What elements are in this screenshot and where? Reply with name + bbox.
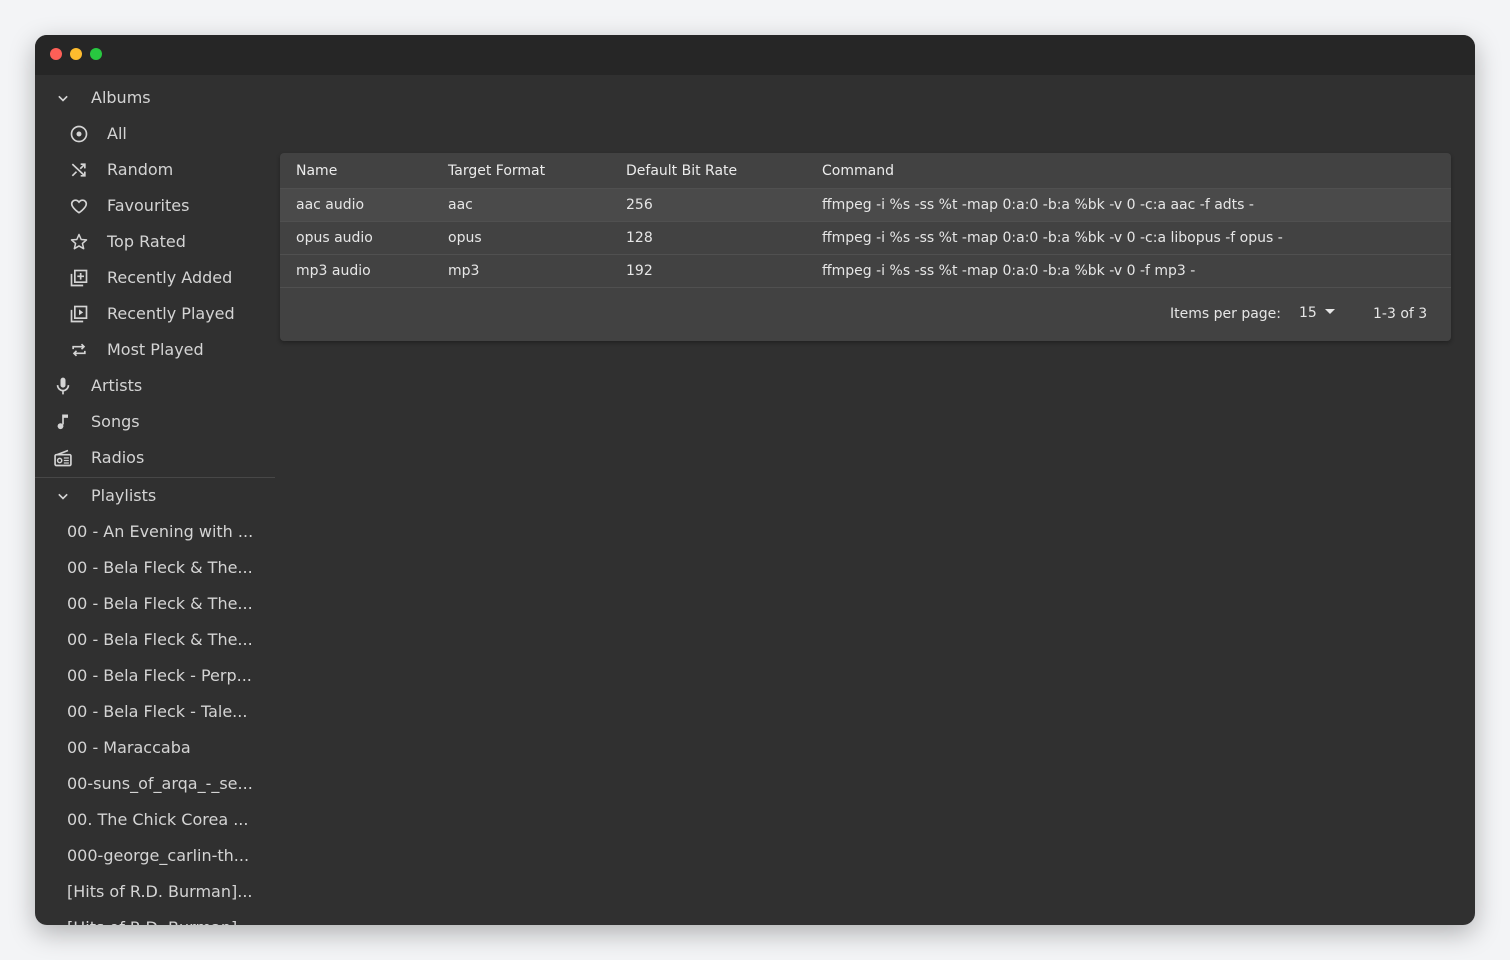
sidebar-item-label: Favourites [107, 196, 190, 215]
playlist-label: [Hits of R.D. Burman]... [67, 910, 253, 925]
title-bar [35, 35, 1475, 75]
pagination-range: 1-3 of 3 [1373, 306, 1428, 322]
sidebar-item-artists[interactable]: Artists [35, 368, 275, 404]
sidebar-item-label: Most Played [107, 340, 204, 359]
playlist-item[interactable]: 00 - Bela Fleck - Perp... [35, 658, 275, 694]
cell-bitrate: 128 [610, 221, 806, 255]
sidebar-item-random[interactable]: Random [35, 152, 275, 188]
sidebar-item-label: Random [107, 160, 174, 179]
playlist-item[interactable]: 000-george_carlin-th... [35, 838, 275, 874]
playlist-label: 00 - Maraccaba [67, 738, 191, 757]
shuffle-icon [69, 160, 89, 180]
chevron-down-icon [53, 486, 73, 506]
sidebar-item-recently-played[interactable]: Recently Played [35, 296, 275, 332]
sidebar-item-label: Recently Played [107, 304, 235, 323]
table-row[interactable]: opus audio opus 128 ffmpeg -i %s -ss %t … [280, 221, 1451, 255]
sidebar-item-recently-added[interactable]: Recently Added [35, 260, 275, 296]
sidebar-item-label: Artists [91, 376, 143, 395]
cell-command: ffmpeg -i %s -ss %t -map 0:a:0 -b:a %bk … [806, 221, 1451, 255]
sidebar-item-radios[interactable]: Radios [35, 440, 275, 476]
library-play-icon [69, 304, 89, 324]
microphone-icon [53, 376, 73, 396]
sidebar-playlists-header[interactable]: Playlists [35, 478, 275, 514]
sidebar-item-label: Radios [91, 448, 145, 467]
sidebar-item-label: Songs [91, 412, 140, 431]
album-icon [69, 124, 89, 144]
playlist-item[interactable]: 00. The Chick Corea ... [35, 802, 275, 838]
sidebar-playlists-label: Playlists [91, 486, 157, 505]
transcoding-table: Name Target Format Default Bit Rate Comm… [280, 153, 1451, 288]
playlist-label: 00 - Bela Fleck & The... [67, 558, 253, 577]
sidebar-albums-label: Albums [91, 88, 151, 107]
cell-format: aac [432, 188, 610, 222]
star-icon [69, 232, 89, 252]
close-window-button[interactable] [50, 48, 62, 60]
music-note-icon [53, 412, 73, 432]
repeat-icon [69, 340, 89, 360]
playlist-item[interactable]: [Hits of R.D. Burman]... [35, 910, 275, 925]
playlist-label: 00. The Chick Corea ... [67, 810, 249, 829]
minimize-window-button[interactable] [70, 48, 82, 60]
playlist-label: [Hits of R.D. Burman]... [67, 882, 253, 901]
items-per-page-value: 15 [1299, 305, 1317, 321]
transcoding-table-card: Name Target Format Default Bit Rate Comm… [280, 153, 1451, 341]
table-row[interactable]: aac audio aac 256 ffmpeg -i %s -ss %t -m… [280, 188, 1451, 222]
sidebar-item-top-rated[interactable]: Top Rated [35, 224, 275, 260]
column-header-name[interactable]: Name [280, 153, 432, 189]
items-per-page-label: Items per page: [1170, 306, 1282, 322]
column-header-target-format[interactable]: Target Format [432, 153, 610, 189]
table-row[interactable]: mp3 audio mp3 192 ffmpeg -i %s -ss %t -m… [280, 254, 1451, 288]
sidebar-item-label: Recently Added [107, 268, 233, 287]
sidebar-item-label: All [107, 124, 127, 143]
cell-bitrate: 192 [610, 254, 806, 288]
chevron-down-icon [53, 88, 73, 108]
playlist-label: 00 - An Evening with ... [67, 522, 254, 541]
playlist-item[interactable]: 00 - Bela Fleck & The... [35, 622, 275, 658]
playlist-label: 00 - Bela Fleck & The... [67, 594, 253, 613]
column-header-command[interactable]: Command [806, 153, 1451, 189]
library-add-icon [69, 268, 89, 288]
sidebar: Albums All Random Favourites Top Rated R… [35, 80, 275, 925]
app-window: Albums All Random Favourites Top Rated R… [35, 35, 1475, 925]
cell-name: aac audio [280, 188, 432, 222]
cell-command: ffmpeg -i %s -ss %t -map 0:a:0 -b:a %bk … [806, 254, 1451, 288]
playlist-label: 00 - Bela Fleck - Tale... [67, 702, 248, 721]
cell-bitrate: 256 [610, 188, 806, 222]
playlist-item[interactable]: 00 - Bela Fleck & The... [35, 550, 275, 586]
sidebar-item-songs[interactable]: Songs [35, 404, 275, 440]
radio-icon [53, 448, 73, 468]
items-per-page-select[interactable]: 15 [1295, 300, 1341, 326]
playlist-label: 00-suns_of_arqa_-_se... [67, 774, 253, 793]
playlist-item[interactable]: 00 - Bela Fleck - Tale... [35, 694, 275, 730]
playlist-label: 00 - Bela Fleck - Perp... [67, 666, 252, 685]
playlist-item[interactable]: 00 - Maraccaba [35, 730, 275, 766]
sidebar-item-most-played[interactable]: Most Played [35, 332, 275, 368]
playlist-item[interactable]: 00 - An Evening with ... [35, 514, 275, 550]
sidebar-albums-header[interactable]: Albums [35, 80, 275, 116]
column-header-default-bit-rate[interactable]: Default Bit Rate [610, 153, 806, 189]
playlist-label: 000-george_carlin-th... [67, 846, 250, 865]
cell-name: mp3 audio [280, 254, 432, 288]
cell-format: opus [432, 221, 610, 255]
playlist-label: 00 - Bela Fleck & The... [67, 630, 253, 649]
sidebar-item-all[interactable]: All [35, 116, 275, 152]
sidebar-item-favourites[interactable]: Favourites [35, 188, 275, 224]
caret-down-icon [1325, 309, 1335, 314]
cell-name: opus audio [280, 221, 432, 255]
heart-icon [69, 196, 89, 216]
pagination-bar: Items per page: 15 1-3 of 3 [280, 290, 1451, 340]
maximize-window-button[interactable] [90, 48, 102, 60]
playlist-item[interactable]: 00 - Bela Fleck & The... [35, 586, 275, 622]
cell-command: ffmpeg -i %s -ss %t -map 0:a:0 -b:a %bk … [806, 188, 1451, 222]
table-header-row: Name Target Format Default Bit Rate Comm… [280, 153, 1451, 189]
playlist-item[interactable]: 00-suns_of_arqa_-_se... [35, 766, 275, 802]
cell-format: mp3 [432, 254, 610, 288]
playlist-item[interactable]: [Hits of R.D. Burman]... [35, 874, 275, 910]
sidebar-item-label: Top Rated [107, 232, 186, 251]
